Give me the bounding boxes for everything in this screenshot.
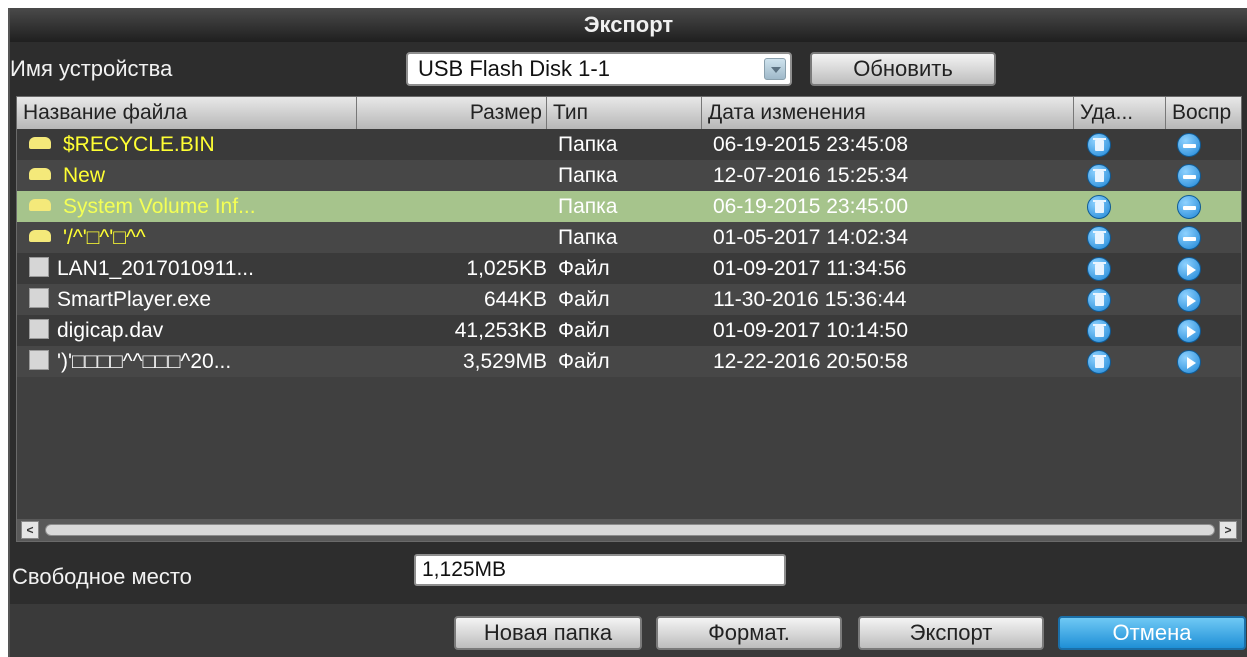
file-type: Папка: [558, 195, 618, 218]
new-folder-button[interactable]: Новая папка: [454, 616, 642, 650]
file-icon: [29, 350, 49, 371]
export-dialog: Экспорт Имя устройства USB Flash Disk 1-…: [8, 8, 1247, 657]
file-date: 12-07-2016 15:25:34: [713, 164, 908, 187]
file-size: 644KB: [483, 288, 547, 311]
file-size: 41,253KB: [454, 319, 547, 342]
file-name: $RECYCLE.BIN: [63, 133, 215, 156]
file-name: System Volume Inf...: [63, 195, 256, 218]
file-table: Название файла Размер Тип Дата изменения…: [16, 96, 1242, 542]
file-name: SmartPlayer.exe: [57, 288, 212, 311]
scrollbar-thumb[interactable]: [45, 524, 1215, 536]
open-folder-icon[interactable]: [1177, 133, 1201, 157]
file-size: [362, 160, 547, 191]
trash-icon[interactable]: [1087, 226, 1111, 250]
scroll-right-icon[interactable]: >: [1219, 521, 1237, 539]
trash-icon[interactable]: [1087, 257, 1111, 281]
column-header-name[interactable]: Название файла: [17, 97, 357, 129]
column-header-size[interactable]: Размер: [357, 97, 547, 129]
play-icon[interactable]: [1177, 350, 1201, 374]
trash-icon[interactable]: [1087, 319, 1111, 343]
dialog-title: Экспорт: [10, 8, 1247, 42]
file-date: 01-09-2017 10:14:50: [713, 319, 908, 342]
file-date: 01-05-2017 14:02:34: [713, 226, 908, 249]
trash-icon[interactable]: [1087, 350, 1111, 374]
file-icon: [29, 319, 49, 340]
device-select[interactable]: USB Flash Disk 1-1: [406, 52, 792, 86]
folder-icon: [29, 199, 51, 212]
chevron-down-icon[interactable]: [764, 58, 786, 80]
table-row[interactable]: ')'□□□□^^□□□^20... 3,529MB Файл 12-22-20…: [17, 346, 1241, 377]
trash-icon[interactable]: [1087, 195, 1111, 219]
column-header-play[interactable]: Воспр: [1166, 97, 1241, 129]
play-icon[interactable]: [1177, 257, 1201, 281]
folder-icon: [29, 137, 51, 150]
table-row[interactable]: New Папка 12-07-2016 15:25:34: [17, 160, 1241, 191]
column-header-delete[interactable]: Уда...: [1074, 97, 1166, 129]
file-type: Файл: [558, 288, 610, 311]
open-folder-icon[interactable]: [1177, 164, 1201, 188]
file-type: Файл: [558, 257, 610, 280]
refresh-button[interactable]: Обновить: [810, 52, 996, 86]
export-button[interactable]: Экспорт: [858, 616, 1044, 650]
column-header-type[interactable]: Тип: [547, 97, 702, 129]
device-name-label: Имя устройства: [10, 56, 173, 81]
file-type: Папка: [558, 133, 618, 156]
table-header: Название файла Размер Тип Дата изменения…: [17, 97, 1241, 129]
device-select-value: USB Flash Disk 1-1: [418, 56, 610, 81]
format-button[interactable]: Формат.: [656, 616, 842, 650]
file-type: Папка: [558, 164, 618, 187]
file-name: digicap.dav: [57, 319, 164, 342]
file-name: LAN1_2017010911...: [57, 257, 254, 280]
file-date: 01-09-2017 11:34:56: [713, 257, 907, 280]
free-space-field: 1,125MB: [414, 554, 786, 586]
trash-icon[interactable]: [1087, 164, 1111, 188]
file-name: ')'□□□□^^□□□^20...: [57, 350, 232, 373]
file-date: 06-19-2015 23:45:08: [713, 133, 908, 156]
play-icon[interactable]: [1177, 319, 1201, 343]
button-bar: Новая папка Формат. Экспорт Отмена: [10, 604, 1247, 657]
table-row[interactable]: '/^'□^'□^^ Папка 01-05-2017 14:02:34: [17, 222, 1241, 253]
file-size: 1,025KB: [466, 257, 547, 280]
play-icon[interactable]: [1177, 288, 1201, 312]
free-space-label: Свободное место: [12, 564, 192, 589]
file-size: [362, 129, 547, 160]
trash-icon[interactable]: [1087, 133, 1111, 157]
file-type: Файл: [558, 319, 610, 342]
file-date: 12-22-2016 20:50:58: [713, 350, 908, 373]
file-name: '/^'□^'□^^: [63, 226, 146, 249]
file-size: [362, 222, 547, 253]
horizontal-scrollbar[interactable]: < >: [17, 519, 1241, 541]
file-size: [362, 191, 547, 222]
open-folder-icon[interactable]: [1177, 195, 1201, 219]
trash-icon[interactable]: [1087, 288, 1111, 312]
table-row[interactable]: SmartPlayer.exe 644KB Файл 11-30-2016 15…: [17, 284, 1241, 315]
file-icon: [29, 257, 49, 278]
cancel-button[interactable]: Отмена: [1058, 616, 1246, 650]
table-row[interactable]: digicap.dav 41,253KB Файл 01-09-2017 10:…: [17, 315, 1241, 346]
folder-icon: [29, 230, 51, 243]
file-icon: [29, 288, 49, 309]
column-header-date[interactable]: Дата изменения: [702, 97, 1074, 129]
open-folder-icon[interactable]: [1177, 226, 1201, 250]
table-row[interactable]: System Volume Inf... Папка 06-19-2015 23…: [17, 191, 1241, 222]
scroll-left-icon[interactable]: <: [21, 521, 39, 539]
file-type: Файл: [558, 350, 610, 373]
table-row[interactable]: LAN1_2017010911... 1,025KB Файл 01-09-20…: [17, 253, 1241, 284]
folder-icon: [29, 168, 51, 181]
file-date: 11-30-2016 15:36:44: [713, 288, 907, 311]
file-name: New: [63, 164, 106, 187]
table-row[interactable]: $RECYCLE.BIN Папка 06-19-2015 23:45:08: [17, 129, 1241, 160]
file-date: 06-19-2015 23:45:00: [713, 195, 908, 218]
file-type: Папка: [558, 226, 618, 249]
file-size: 3,529MB: [462, 350, 547, 373]
